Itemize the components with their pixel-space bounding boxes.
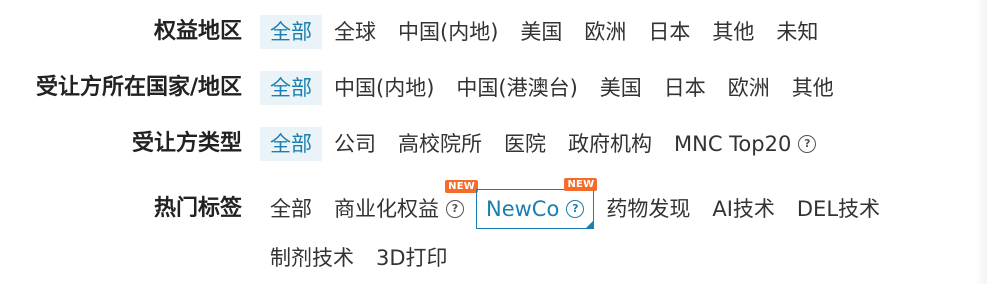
filter-option[interactable]: 中国(港澳台) <box>446 71 587 105</box>
filter-option[interactable]: 高校院所 <box>388 127 492 161</box>
filter-option[interactable]: 欧洲 <box>574 15 636 49</box>
filter-option-label: 中国(内地) <box>334 76 435 100</box>
filter-option[interactable]: 中国(内地) <box>324 71 444 105</box>
filter-row-assignee-type: 受让方类型 全部 公司 高校院所 医院 政府机构 MNC Top20? <box>0 127 987 161</box>
filter-option-label: 全部 <box>270 76 312 100</box>
filter-option-label: 日本 <box>663 76 706 100</box>
filter-label: 受让方类型 <box>131 131 242 156</box>
filter-option-label: 欧洲 <box>727 76 770 100</box>
filter-option-label: 商业化权益 <box>334 197 439 221</box>
filter-option-label: 美国 <box>599 76 642 100</box>
filter-option-label: NewCo <box>486 197 560 221</box>
filter-option[interactable]: 制剂技术 <box>260 241 364 275</box>
filter-option-label: 中国(港澳台) <box>456 76 578 100</box>
filter-options: 全部 商业化权益? NEW NewCo? NEW 药物发现 AI技术 DEL技术制剂技术 3D打… <box>260 178 980 275</box>
new-badge: NEW <box>564 178 598 191</box>
filter-label: 权益地区 <box>153 19 242 44</box>
filter-option[interactable]: 商业化权益? NEW <box>324 180 478 226</box>
new-badge: NEW <box>445 180 478 193</box>
filter-option[interactable]: AI技术 <box>702 192 785 226</box>
filter-option-label: 其他 <box>712 20 755 44</box>
filter-row-rights-region: 权益地区 全部 全球 中国(内地) 美国 欧洲 日本 其他 未知 <box>0 15 987 49</box>
filter-option-label: AI技术 <box>712 197 775 221</box>
filter-option-label: 全球 <box>334 20 376 44</box>
filter-option[interactable]: 政府机构 <box>558 127 662 161</box>
filter-option-label: 医院 <box>504 132 546 156</box>
filter-option[interactable]: 其他 <box>702 15 764 49</box>
filter-option[interactable]: 中国(内地) <box>388 15 508 49</box>
filter-option-label: 中国(内地) <box>398 20 499 44</box>
question-circle-icon[interactable]: ? <box>798 135 817 153</box>
filter-option[interactable]: 美国 <box>510 15 572 49</box>
filter-option-label: 高校院所 <box>398 132 482 156</box>
filter-option-label: 全部 <box>270 132 312 156</box>
filter-option-label: 政府机构 <box>568 132 652 156</box>
filter-option-label: 药物发现 <box>606 197 691 221</box>
filter-options: 全部 公司 高校院所 医院 政府机构 MNC Top20? <box>260 127 980 161</box>
filter-option-label: 其他 <box>791 76 834 100</box>
filter-option[interactable]: 未知 <box>766 15 828 49</box>
filter-option[interactable]: 日本 <box>638 15 700 49</box>
filter-option-label: 未知 <box>776 20 819 44</box>
filter-option-label: 全部 <box>270 20 312 44</box>
filter-option[interactable]: 公司 <box>324 127 386 161</box>
filter-option[interactable]: 欧洲 <box>718 71 780 105</box>
filter-row-assignee-country: 受让方所在国家/地区 全部 中国(内地) 中国(港澳台) 美国 日本 欧洲 其他 <box>0 71 987 105</box>
filter-row-hot-tags: 热门标签 全部 商业化权益? NEW NewCo? NEW 药物发现 AI技术 DEL技术制剂… <box>0 178 987 282</box>
filter-option[interactable]: 日本 <box>654 71 716 105</box>
filter-option[interactable]: 3D打印 <box>366 241 458 275</box>
filter-option-label: 日本 <box>648 20 691 44</box>
filter-option[interactable]: 其他 <box>782 71 844 105</box>
filter-option[interactable]: MNC Top20? <box>664 127 826 161</box>
filter-option[interactable]: 全球 <box>324 15 386 49</box>
filter-option-label: 公司 <box>334 132 376 156</box>
filter-option[interactable]: 全部 <box>260 127 322 161</box>
filter-options: 全部 全球 中国(内地) 美国 欧洲 日本 其他 未知 <box>260 15 980 49</box>
filter-option-label: 制剂技术 <box>270 246 354 270</box>
filter-option[interactable]: 药物发现 <box>596 192 700 226</box>
filter-option[interactable]: 全部 <box>260 15 322 49</box>
filter-option-label: 欧洲 <box>584 20 627 44</box>
filter-option-label: MNC Top20 <box>674 132 792 156</box>
filter-option[interactable]: NewCo? NEW <box>476 178 598 229</box>
filter-option-label: 美国 <box>520 20 563 44</box>
filter-options: 全部 中国(内地) 中国(港澳台) 美国 日本 欧洲 其他 <box>260 71 980 105</box>
filter-option[interactable]: DEL技术 <box>787 192 890 226</box>
filter-option-label: DEL技术 <box>796 197 881 221</box>
filter-option-label: 3D打印 <box>376 246 448 270</box>
filter-option[interactable]: 医院 <box>494 127 556 161</box>
filter-label: 热门标签 <box>153 196 242 221</box>
filter-option[interactable]: 全部 <box>260 71 322 105</box>
filter-option-label: 全部 <box>270 197 312 221</box>
filter-option[interactable]: 全部 <box>260 192 322 226</box>
question-circle-icon[interactable]: ? <box>566 200 585 218</box>
filter-label: 受让方所在国家/地区 <box>35 75 242 100</box>
filter-option[interactable]: 美国 <box>590 71 652 105</box>
question-circle-icon[interactable]: ? <box>446 200 464 218</box>
